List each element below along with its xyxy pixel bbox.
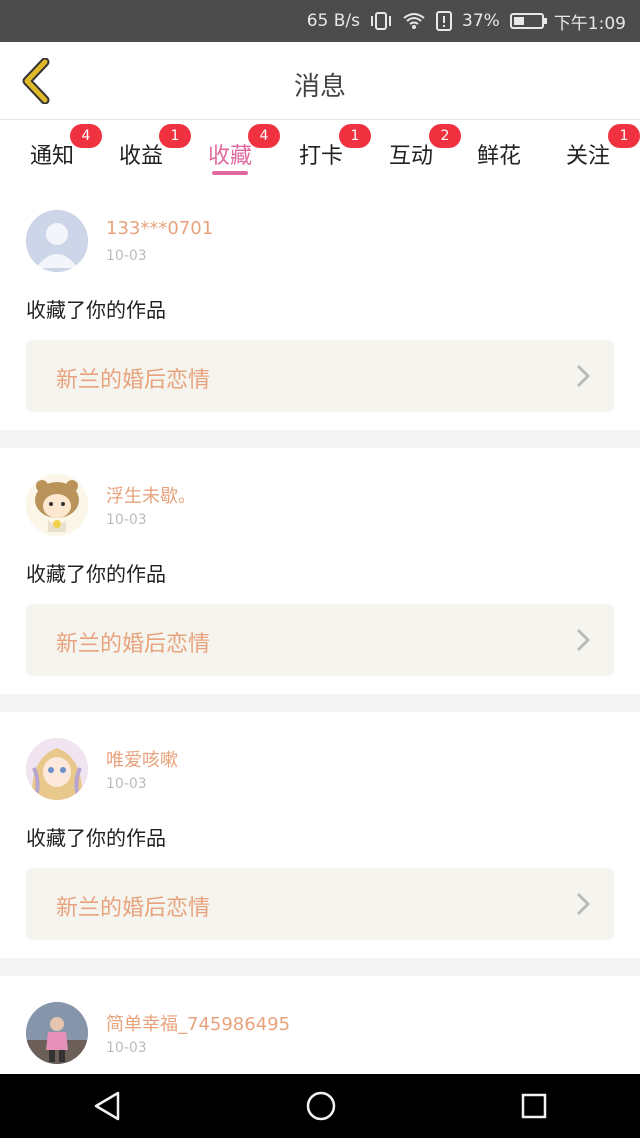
cartoon-avatar-icon	[26, 474, 88, 536]
status-bar: 65 B/s 37% 下午1:09	[0, 0, 640, 42]
chevron-right-icon	[576, 628, 590, 652]
username[interactable]: 唯爱咳嗽	[106, 746, 178, 772]
tab-notice[interactable]: 通知 4	[12, 124, 102, 176]
chevron-right-icon	[576, 364, 590, 388]
work-link[interactable]: 新兰的婚后恋情	[26, 340, 614, 412]
tab-badge: 1	[608, 124, 640, 148]
battery-percent: 37%	[462, 11, 500, 31]
work-link[interactable]: 新兰的婚后恋情	[26, 604, 614, 676]
card-separator	[0, 430, 640, 448]
tab-flowers[interactable]: 鲜花	[459, 130, 539, 176]
work-title: 新兰的婚后恋情	[56, 368, 211, 393]
tab-favorites[interactable]: 收藏 4	[190, 124, 280, 176]
vibrate-icon	[370, 12, 392, 30]
tab-badge: 1	[159, 124, 191, 148]
page-title: 消息	[293, 72, 346, 102]
username[interactable]: 133***0701	[106, 218, 213, 239]
tab-label: 互动	[388, 144, 433, 169]
app-header: 消息	[0, 42, 640, 120]
back-triangle-icon[interactable]	[92, 1090, 122, 1122]
tab-badge: 4	[70, 124, 102, 148]
card-separator	[0, 958, 640, 976]
tab-label: 收藏	[207, 144, 252, 169]
tab-checkin[interactable]: 打卡 1	[281, 124, 371, 176]
message-card: 浮生未歇。 10-03 收藏了你的作品 新兰的婚后恋情	[0, 448, 640, 694]
avatar[interactable]	[26, 210, 88, 272]
status-time: 下午1:09	[553, 13, 626, 34]
sim-alert-icon	[436, 11, 453, 31]
wifi-icon	[402, 12, 426, 30]
default-avatar-icon	[26, 210, 88, 272]
work-title: 新兰的婚后恋情	[56, 632, 211, 657]
tab-label: 收益	[118, 144, 163, 169]
message-date: 10-03	[106, 1040, 147, 1056]
message-card: 133***0701 10-03 收藏了你的作品 新兰的婚后恋情	[0, 182, 640, 430]
avatar[interactable]	[26, 738, 88, 800]
message-date: 10-03	[106, 248, 147, 264]
tab-badge: 1	[339, 124, 371, 148]
tab-label: 通知	[29, 144, 74, 169]
avatar[interactable]	[26, 1002, 88, 1064]
avatar[interactable]	[26, 474, 88, 536]
network-speed: 65 B/s	[306, 11, 361, 31]
tab-earnings[interactable]: 收益 1	[101, 124, 191, 176]
tab-badge: 2	[429, 124, 461, 148]
tab-label: 鲜花	[476, 144, 521, 169]
tab-label: 打卡	[298, 144, 343, 169]
active-tab-indicator	[212, 171, 248, 175]
work-title: 新兰的婚后恋情	[56, 896, 211, 921]
action-text: 收藏了你的作品	[26, 562, 166, 586]
tab-badge: 4	[248, 124, 280, 148]
message-card: 简单幸福_745986495 10-03	[0, 976, 640, 1074]
username[interactable]: 简单幸福_745986495	[106, 1010, 290, 1036]
message-tabs: 通知 4 收益 1 收藏 4 打卡 1 互动 2 鲜花 关注 1	[0, 120, 640, 182]
home-circle-icon[interactable]	[305, 1090, 337, 1122]
battery-charging-icon	[509, 13, 547, 29]
system-nav-bar	[0, 1074, 640, 1138]
action-text: 收藏了你的作品	[26, 298, 166, 322]
anime-avatar-icon	[26, 738, 88, 800]
card-separator	[0, 694, 640, 712]
message-date: 10-03	[106, 776, 147, 792]
username[interactable]: 浮生未歇。	[106, 482, 196, 508]
message-list: 133***0701 10-03 收藏了你的作品 新兰的婚后恋情 浮生未歇。 1…	[0, 182, 640, 1074]
work-link[interactable]: 新兰的婚后恋情	[26, 868, 614, 940]
chevron-right-icon	[576, 892, 590, 916]
tab-interaction[interactable]: 互动 2	[371, 124, 461, 176]
message-date: 10-03	[106, 512, 147, 528]
action-text: 收藏了你的作品	[26, 826, 166, 850]
photo-avatar-icon	[26, 1002, 88, 1064]
tab-follow[interactable]: 关注 1	[548, 124, 640, 176]
tab-label: 关注	[565, 144, 610, 169]
recents-square-icon[interactable]	[520, 1092, 548, 1120]
message-card: 唯爱咳嗽 10-03 收藏了你的作品 新兰的婚后恋情	[0, 712, 640, 958]
